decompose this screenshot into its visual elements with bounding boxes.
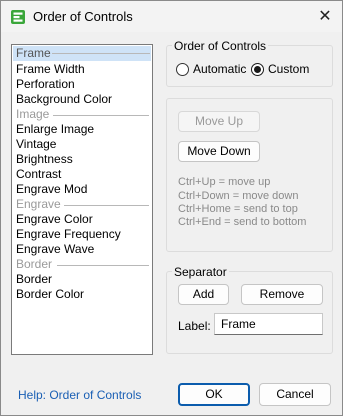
window-title: Order of Controls xyxy=(33,9,133,24)
cancel-button[interactable]: Cancel xyxy=(259,383,331,406)
automatic-radio[interactable] xyxy=(176,63,189,76)
order-group-caption: Order of Controls xyxy=(172,39,269,53)
shortcut-hint: Ctrl+Down = move down xyxy=(178,190,299,202)
list-item-label: Frame xyxy=(16,46,51,60)
app-icon xyxy=(11,10,25,24)
controls-list[interactable]: Frame Frame Width Perforation Background… xyxy=(11,44,153,355)
list-item[interactable]: Vintage xyxy=(16,137,56,152)
list-separator-item[interactable]: Engrave xyxy=(16,197,61,212)
automatic-radio-label[interactable]: Automatic xyxy=(193,62,246,76)
list-item[interactable]: Brightness xyxy=(16,152,73,167)
move-up-button[interactable]: Move Up xyxy=(178,111,260,132)
move-down-button[interactable]: Move Down xyxy=(178,141,260,162)
separator-line xyxy=(53,115,149,116)
list-item[interactable]: Frame Width xyxy=(16,62,85,77)
separator-line xyxy=(57,265,149,266)
dialog-window: Order of Controls ✕ Frame Frame Width Pe… xyxy=(0,0,343,416)
list-item[interactable]: Engrave Color xyxy=(16,212,93,227)
ok-button[interactable]: OK xyxy=(178,383,250,406)
shortcut-hint: Ctrl+Home = send to top xyxy=(178,203,298,215)
separator-group-caption: Separator xyxy=(172,265,229,279)
list-item[interactable]: Border Color xyxy=(16,287,84,302)
shortcut-hint: Ctrl+End = send to bottom xyxy=(178,216,307,228)
list-item[interactable]: Border xyxy=(16,272,52,287)
label-field-caption: Label: xyxy=(178,319,211,333)
list-item[interactable]: Background Color xyxy=(16,92,112,107)
shortcut-hint: Ctrl+Up = move up xyxy=(178,176,271,188)
separator-line xyxy=(52,53,150,54)
list-separator-item[interactable]: Image xyxy=(16,107,49,122)
list-item[interactable]: Engrave Mod xyxy=(16,182,87,197)
add-separator-button[interactable]: Add xyxy=(178,284,229,305)
list-item[interactable]: Engrave Wave xyxy=(16,242,94,257)
close-icon[interactable]: ✕ xyxy=(313,7,337,27)
list-separator-item[interactable]: Border xyxy=(16,257,52,272)
separator-label-input[interactable]: Frame xyxy=(214,313,323,335)
list-item[interactable]: Engrave Frequency xyxy=(16,227,121,242)
custom-radio-label[interactable]: Custom xyxy=(268,62,309,76)
help-link[interactable]: Help: Order of Controls xyxy=(18,388,141,402)
list-item[interactable]: Perforation xyxy=(16,77,75,92)
custom-radio[interactable] xyxy=(251,63,264,76)
remove-separator-button[interactable]: Remove xyxy=(241,284,323,305)
separator-line xyxy=(64,205,149,206)
title-bar[interactable]: Order of Controls ✕ xyxy=(1,1,342,32)
list-item[interactable]: Enlarge Image xyxy=(16,122,94,137)
list-item[interactable]: Contrast xyxy=(16,167,61,182)
